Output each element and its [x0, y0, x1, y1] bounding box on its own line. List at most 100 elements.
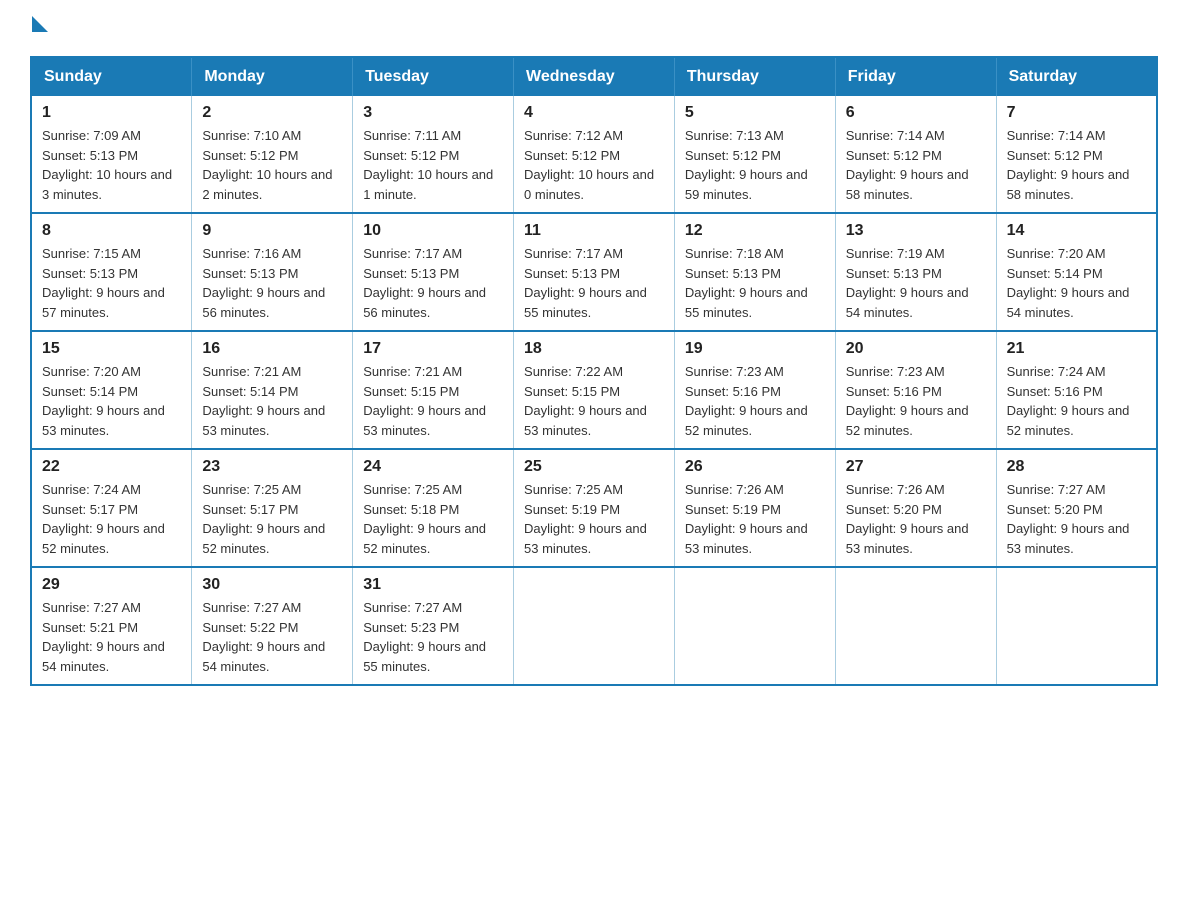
week-row-1: 1 Sunrise: 7:09 AMSunset: 5:13 PMDaylight…	[31, 96, 1157, 213]
day-cell: 21 Sunrise: 7:24 AMSunset: 5:16 PMDayligh…	[996, 331, 1157, 449]
day-number: 28	[1007, 458, 1146, 476]
day-info: Sunrise: 7:20 AMSunset: 5:14 PMDaylight:…	[42, 362, 181, 440]
day-cell: 6 Sunrise: 7:14 AMSunset: 5:12 PMDaylight…	[835, 96, 996, 213]
day-info: Sunrise: 7:27 AMSunset: 5:20 PMDaylight:…	[1007, 480, 1146, 558]
day-number: 17	[363, 340, 503, 358]
page-header	[30, 20, 1158, 36]
day-cell: 24Sunrise: 7:25 AMSunset: 5:18 PMDayligh…	[353, 449, 514, 567]
day-cell: 12 Sunrise: 7:18 AMSunset: 5:13 PMDayligh…	[674, 213, 835, 331]
day-cell	[674, 567, 835, 685]
day-info: Sunrise: 7:17 AMSunset: 5:13 PMDaylight:…	[363, 244, 503, 322]
day-cell: 18 Sunrise: 7:22 AMSunset: 5:15 PMDayligh…	[514, 331, 675, 449]
day-info: Sunrise: 7:25 AMSunset: 5:19 PMDaylight:…	[524, 480, 664, 558]
day-cell: 20 Sunrise: 7:23 AMSunset: 5:16 PMDayligh…	[835, 331, 996, 449]
day-cell: 7Sunrise: 7:14 AMSunset: 5:12 PMDaylight…	[996, 96, 1157, 213]
day-number: 26	[685, 458, 825, 476]
day-info: Sunrise: 7:25 AMSunset: 5:18 PMDaylight:…	[363, 480, 503, 558]
day-cell: 3Sunrise: 7:11 AMSunset: 5:12 PMDaylight…	[353, 96, 514, 213]
day-info: Sunrise: 7:10 AMSunset: 5:12 PMDaylight:…	[202, 126, 342, 204]
day-info: Sunrise: 7:16 AMSunset: 5:13 PMDaylight:…	[202, 244, 342, 322]
day-info: Sunrise: 7:19 AMSunset: 5:13 PMDaylight:…	[846, 244, 986, 322]
weekday-header-friday: Friday	[835, 57, 996, 96]
day-number: 11	[524, 222, 664, 240]
day-info: Sunrise: 7:18 AMSunset: 5:13 PMDaylight:…	[685, 244, 825, 322]
day-info: Sunrise: 7:23 AMSunset: 5:16 PMDaylight:…	[685, 362, 825, 440]
week-row-2: 8 Sunrise: 7:15 AMSunset: 5:13 PMDaylight…	[31, 213, 1157, 331]
day-info: Sunrise: 7:14 AMSunset: 5:12 PMDaylight:…	[846, 126, 986, 204]
day-number: 29	[42, 576, 181, 594]
day-cell	[996, 567, 1157, 685]
day-number: 31	[363, 576, 503, 594]
day-number: 21	[1007, 340, 1146, 358]
day-number: 30	[202, 576, 342, 594]
day-cell: 26 Sunrise: 7:26 AMSunset: 5:19 PMDayligh…	[674, 449, 835, 567]
day-info: Sunrise: 7:25 AMSunset: 5:17 PMDaylight:…	[202, 480, 342, 558]
day-info: Sunrise: 7:09 AMSunset: 5:13 PMDaylight:…	[42, 126, 181, 204]
day-info: Sunrise: 7:24 AMSunset: 5:17 PMDaylight:…	[42, 480, 181, 558]
day-info: Sunrise: 7:26 AMSunset: 5:20 PMDaylight:…	[846, 480, 986, 558]
day-info: Sunrise: 7:27 AMSunset: 5:21 PMDaylight:…	[42, 598, 181, 676]
day-number: 7	[1007, 104, 1146, 122]
weekday-header-wednesday: Wednesday	[514, 57, 675, 96]
day-cell: 31 Sunrise: 7:27 AMSunset: 5:23 PMDayligh…	[353, 567, 514, 685]
logo-triangle-icon	[32, 16, 48, 32]
day-info: Sunrise: 7:22 AMSunset: 5:15 PMDaylight:…	[524, 362, 664, 440]
day-number: 8	[42, 222, 181, 240]
day-number: 27	[846, 458, 986, 476]
day-cell: 9 Sunrise: 7:16 AMSunset: 5:13 PMDaylight…	[192, 213, 353, 331]
weekday-header-row: SundayMondayTuesdayWednesdayThursdayFrid…	[31, 57, 1157, 96]
day-number: 9	[202, 222, 342, 240]
day-cell: 29 Sunrise: 7:27 AMSunset: 5:21 PMDayligh…	[31, 567, 192, 685]
day-cell: 14 Sunrise: 7:20 AMSunset: 5:14 PMDayligh…	[996, 213, 1157, 331]
day-number: 4	[524, 104, 664, 122]
weekday-header-sunday: Sunday	[31, 57, 192, 96]
day-cell: 1 Sunrise: 7:09 AMSunset: 5:13 PMDaylight…	[31, 96, 192, 213]
day-info: Sunrise: 7:24 AMSunset: 5:16 PMDaylight:…	[1007, 362, 1146, 440]
day-info: Sunrise: 7:20 AMSunset: 5:14 PMDaylight:…	[1007, 244, 1146, 322]
day-cell	[514, 567, 675, 685]
day-cell: 16 Sunrise: 7:21 AMSunset: 5:14 PMDayligh…	[192, 331, 353, 449]
day-info: Sunrise: 7:21 AMSunset: 5:15 PMDaylight:…	[363, 362, 503, 440]
day-cell: 30Sunrise: 7:27 AMSunset: 5:22 PMDayligh…	[192, 567, 353, 685]
day-cell: 11 Sunrise: 7:17 AMSunset: 5:13 PMDayligh…	[514, 213, 675, 331]
weekday-header-saturday: Saturday	[996, 57, 1157, 96]
calendar-header: SundayMondayTuesdayWednesdayThursdayFrid…	[31, 57, 1157, 96]
day-cell: 25 Sunrise: 7:25 AMSunset: 5:19 PMDayligh…	[514, 449, 675, 567]
day-cell: 19 Sunrise: 7:23 AMSunset: 5:16 PMDayligh…	[674, 331, 835, 449]
day-cell: 8 Sunrise: 7:15 AMSunset: 5:13 PMDaylight…	[31, 213, 192, 331]
day-number: 14	[1007, 222, 1146, 240]
day-info: Sunrise: 7:27 AMSunset: 5:23 PMDaylight:…	[363, 598, 503, 676]
day-info: Sunrise: 7:15 AMSunset: 5:13 PMDaylight:…	[42, 244, 181, 322]
day-number: 16	[202, 340, 342, 358]
day-info: Sunrise: 7:23 AMSunset: 5:16 PMDaylight:…	[846, 362, 986, 440]
day-number: 12	[685, 222, 825, 240]
day-number: 6	[846, 104, 986, 122]
day-number: 2	[202, 104, 342, 122]
day-number: 25	[524, 458, 664, 476]
day-number: 20	[846, 340, 986, 358]
day-cell: 17 Sunrise: 7:21 AMSunset: 5:15 PMDayligh…	[353, 331, 514, 449]
day-info: Sunrise: 7:21 AMSunset: 5:14 PMDaylight:…	[202, 362, 342, 440]
day-number: 23	[202, 458, 342, 476]
day-number: 19	[685, 340, 825, 358]
day-cell: 22 Sunrise: 7:24 AMSunset: 5:17 PMDayligh…	[31, 449, 192, 567]
weekday-header-thursday: Thursday	[674, 57, 835, 96]
day-info: Sunrise: 7:13 AMSunset: 5:12 PMDaylight:…	[685, 126, 825, 204]
day-cell: 10Sunrise: 7:17 AMSunset: 5:13 PMDayligh…	[353, 213, 514, 331]
day-cell: 5 Sunrise: 7:13 AMSunset: 5:12 PMDaylight…	[674, 96, 835, 213]
day-number: 13	[846, 222, 986, 240]
day-info: Sunrise: 7:17 AMSunset: 5:13 PMDaylight:…	[524, 244, 664, 322]
day-number: 1	[42, 104, 181, 122]
calendar-body: 1 Sunrise: 7:09 AMSunset: 5:13 PMDaylight…	[31, 96, 1157, 685]
day-cell: 23 Sunrise: 7:25 AMSunset: 5:17 PMDayligh…	[192, 449, 353, 567]
day-number: 22	[42, 458, 181, 476]
weekday-header-monday: Monday	[192, 57, 353, 96]
logo	[30, 20, 48, 36]
day-number: 5	[685, 104, 825, 122]
day-cell: 13 Sunrise: 7:19 AMSunset: 5:13 PMDayligh…	[835, 213, 996, 331]
calendar-table: SundayMondayTuesdayWednesdayThursdayFrid…	[30, 56, 1158, 686]
day-number: 18	[524, 340, 664, 358]
day-number: 15	[42, 340, 181, 358]
day-info: Sunrise: 7:11 AMSunset: 5:12 PMDaylight:…	[363, 126, 503, 204]
day-info: Sunrise: 7:26 AMSunset: 5:19 PMDaylight:…	[685, 480, 825, 558]
